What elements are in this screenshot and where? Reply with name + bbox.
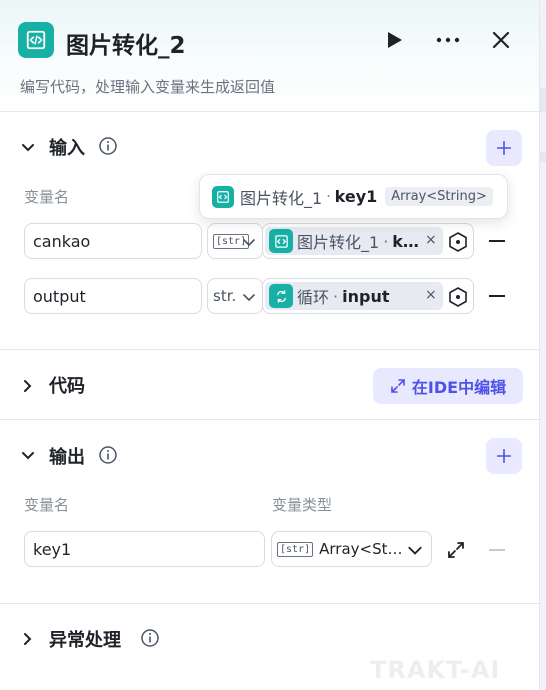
type-label: str. [213, 287, 237, 305]
reference-variable: k… [392, 231, 419, 251]
tooltip-type-badge: Array<String> [385, 187, 493, 206]
input-section-title[interactable]: 输入 [49, 134, 85, 160]
input-name-field[interactable]: cankao [24, 223, 202, 259]
chevron-down-icon[interactable] [20, 140, 36, 156]
close-button[interactable] [489, 28, 513, 52]
play-icon [388, 32, 402, 48]
chevron-down-icon [243, 239, 255, 247]
plus-icon [496, 448, 512, 464]
node-config-panel: 图片转化_2 编写代码，处理输入变量来生成返回值 输入 变量名 cankao [… [0, 0, 540, 690]
code-icon [18, 22, 54, 58]
loop-icon [269, 284, 293, 308]
remove-input-button[interactable] [489, 240, 505, 242]
more-icon [436, 37, 460, 43]
panel-header: 图片转化_2 编写代码，处理输入变量来生成返回值 [0, 0, 539, 112]
canvas-edge [540, 0, 546, 690]
add-input-button[interactable] [486, 130, 522, 166]
watermark: TRAKT-AI [370, 656, 501, 684]
error-handling-title[interactable]: 异常处理 [49, 626, 121, 652]
section-divider [0, 349, 539, 350]
code-icon [269, 229, 293, 253]
input-name-field[interactable]: output [24, 278, 202, 314]
remove-reference-button[interactable]: × [425, 232, 437, 248]
plus-icon [496, 140, 512, 156]
output-col-name-label: 变量名 [24, 496, 70, 514]
variable-select-icon [449, 232, 467, 252]
expand-icon [448, 542, 464, 558]
node-description: 编写代码，处理输入变量来生成返回值 [20, 78, 276, 96]
info-icon[interactable] [98, 136, 118, 156]
input-type-select[interactable]: str. [207, 278, 263, 314]
code-section-title[interactable]: 代码 [49, 372, 85, 398]
run-button[interactable] [382, 28, 406, 52]
section-divider [0, 603, 539, 604]
input-value-reference[interactable]: 图片转化_1 · k… × [262, 223, 474, 259]
reference-chip[interactable]: 图片转化_1 · k… [265, 227, 443, 255]
chevron-down-icon [408, 546, 422, 555]
canvas-edge-notch [540, 152, 546, 162]
reference-variable: input [342, 286, 390, 306]
add-output-button[interactable] [486, 438, 522, 474]
section-divider [0, 419, 539, 420]
edit-in-ide-label: 在IDE中编辑 [411, 378, 507, 397]
tooltip-variable: key1 [334, 187, 378, 206]
reference-node: 图片转化_1 [297, 233, 380, 252]
output-type-label: Array<St… [319, 540, 403, 558]
info-icon[interactable] [98, 445, 118, 465]
edit-in-ide-button[interactable]: 在IDE中编辑 [373, 368, 523, 404]
input-col-name-label: 变量名 [24, 188, 70, 206]
output-name-field[interactable]: key1 [24, 531, 265, 567]
chevron-down-icon[interactable] [20, 448, 36, 464]
chevron-down-icon [243, 294, 255, 302]
input-value-reference[interactable]: 循环 · input × [262, 278, 474, 314]
chevron-right-icon[interactable] [20, 631, 36, 647]
reference-separator: · [383, 231, 389, 251]
canvas-edge-notch [540, 88, 546, 112]
close-icon [492, 31, 510, 49]
expand-icon [391, 379, 405, 393]
tooltip-node: 图片转化_1 [240, 188, 323, 208]
info-icon[interactable] [140, 628, 160, 648]
reference-chip[interactable]: 循环 · input [265, 282, 443, 310]
reference-tooltip: 图片转化_1 · key1 Array<String> [199, 174, 508, 219]
more-button[interactable] [434, 28, 462, 52]
reference-separator: · [333, 286, 339, 306]
code-icon [212, 185, 234, 208]
tooltip-separator: · [326, 188, 331, 205]
output-type-select[interactable]: [str] Array<St… [271, 531, 432, 567]
reference-node: 循环 [297, 288, 330, 307]
output-col-type-label: 变量类型 [272, 496, 333, 514]
variable-select-icon [449, 287, 467, 307]
string-type-icon: [str] [277, 541, 314, 557]
remove-input-button[interactable] [489, 295, 505, 297]
output-section-title[interactable]: 输出 [49, 443, 85, 469]
node-title[interactable]: 图片转化_2 [66, 26, 186, 60]
input-type-select[interactable]: [str] [207, 223, 263, 259]
remove-output-button[interactable] [489, 549, 505, 551]
remove-reference-button[interactable]: × [425, 287, 437, 303]
chevron-right-icon[interactable] [20, 378, 36, 394]
